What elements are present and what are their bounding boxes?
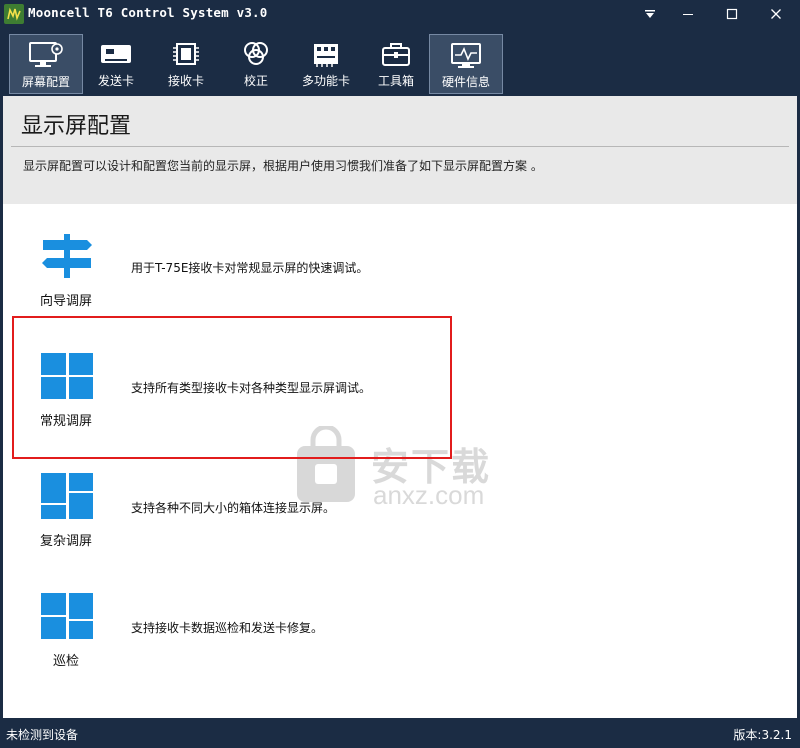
- sender-card-icon: [79, 38, 153, 70]
- device-status: 未检测到设备: [6, 728, 79, 742]
- dropdown-icon[interactable]: [630, 0, 670, 28]
- option-label: 复杂调屏: [39, 534, 92, 549]
- close-icon[interactable]: [756, 0, 796, 28]
- option-label: 巡检: [52, 654, 79, 669]
- toolbar-label: 屏幕配置: [21, 75, 70, 89]
- toolbar-sender-card[interactable]: 发送卡: [79, 34, 153, 94]
- toolbar-calibration[interactable]: 校正: [219, 34, 293, 94]
- multifunction-card-icon: [289, 38, 363, 70]
- option-inspection[interactable]: 巡检 支持接收卡数据巡检和发送卡修复。: [3, 578, 797, 678]
- app-logo-icon: [4, 4, 24, 24]
- main-toolbar: 屏幕配置 发送卡 接收卡 校正 多功能卡 工具箱 硬件信息: [0, 28, 800, 94]
- toolbar-multifunction-card[interactable]: 多功能卡: [289, 34, 363, 94]
- toolbar-hardware-info[interactable]: 硬件信息: [429, 34, 503, 94]
- option-wizard[interactable]: 向导调屏 用于T-75E接收卡对常规显示屏的快速调试。: [3, 218, 797, 318]
- option-description: 支持接收卡数据巡检和发送卡修复。: [131, 621, 324, 635]
- chip-icon: [149, 38, 223, 70]
- version-label: 版本:3.2.1: [733, 728, 792, 742]
- option-label: 向导调屏: [39, 294, 92, 309]
- toolbar-label: 校正: [243, 74, 268, 88]
- toolbar-label: 工具箱: [377, 74, 414, 88]
- toolbar-receiver-card[interactable]: 接收卡: [149, 34, 223, 94]
- title-bar: Mooncell T6 Control System v3.0: [0, 0, 800, 28]
- monitor-settings-icon: [10, 39, 82, 71]
- maximize-icon[interactable]: [712, 0, 752, 28]
- status-bar: 未检测到设备 版本:3.2.1: [0, 720, 800, 748]
- window-title: Mooncell T6 Control System v3.0: [28, 5, 268, 20]
- signpost-icon: [37, 230, 97, 282]
- toolbar-label: 发送卡: [97, 74, 134, 88]
- option-standard[interactable]: 常规调屏 支持所有类型接收卡对各种类型显示屏调试。: [3, 338, 797, 438]
- page-header: 显示屏配置 显示屏配置可以设计和配置您当前的显示屏，根据用户使用习惯我们准备了如…: [3, 96, 797, 204]
- option-complex[interactable]: 复杂调屏 支持各种不同大小的箱体连接显示屏。: [3, 458, 797, 558]
- toolbar-toolbox[interactable]: 工具箱: [359, 34, 433, 94]
- page-description: 显示屏配置可以设计和配置您当前的显示屏，根据用户使用习惯我们准备了如下显示屏配置…: [23, 159, 543, 173]
- option-label: 常规调屏: [39, 414, 92, 429]
- hardware-monitor-icon: [430, 39, 502, 71]
- minimize-icon[interactable]: [668, 0, 708, 28]
- grid-inspect-icon: [37, 590, 97, 642]
- page-title: 显示屏配置: [21, 114, 132, 139]
- toolbar-label: 接收卡: [167, 74, 204, 88]
- grid-complex-icon: [37, 470, 97, 522]
- option-description: 支持各种不同大小的箱体连接显示屏。: [131, 501, 336, 515]
- toolbar-label: 硬件信息: [441, 75, 490, 89]
- toolbar-screen-config[interactable]: 屏幕配置: [9, 34, 83, 94]
- header-divider: [11, 146, 789, 147]
- content-area: 显示屏配置 显示屏配置可以设计和配置您当前的显示屏，根据用户使用习惯我们准备了如…: [3, 96, 797, 718]
- toolbar-label: 多功能卡: [301, 74, 350, 88]
- color-wheel-icon: [219, 38, 293, 70]
- option-description: 支持所有类型接收卡对各种类型显示屏调试。: [131, 381, 372, 395]
- toolbox-icon: [359, 38, 433, 70]
- option-description: 用于T-75E接收卡对常规显示屏的快速调试。: [131, 261, 369, 275]
- grid-four-icon: [37, 350, 97, 402]
